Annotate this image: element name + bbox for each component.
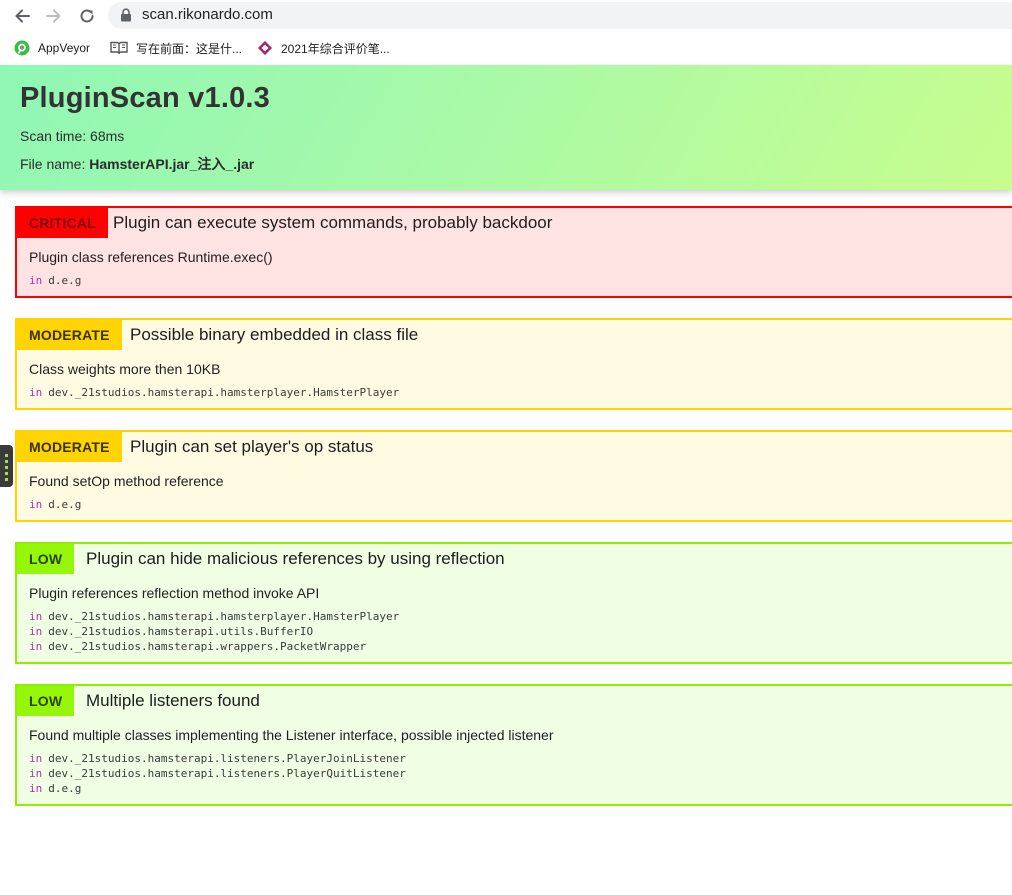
bookmark-appveyor[interactable]: AppVeyor bbox=[14, 38, 90, 58]
forward-arrow-icon bbox=[46, 9, 61, 23]
handle-dot bbox=[5, 454, 8, 457]
finding-card: LOW Multiple listeners found Found multi… bbox=[15, 684, 1012, 806]
severity-badge: LOW bbox=[17, 544, 75, 574]
scan-time-value: 68ms bbox=[90, 128, 125, 144]
finding-description: Found multiple classes implementing the … bbox=[29, 727, 554, 743]
location-line: in d.e.g bbox=[29, 274, 82, 287]
finding-card: MODERATE Plugin can set player's op stat… bbox=[15, 430, 1012, 522]
address-bar[interactable]: scan.rikonardo.com bbox=[108, 2, 1012, 29]
back-arrow-icon bbox=[15, 9, 30, 23]
finding-description: Plugin references reflection method invo… bbox=[29, 585, 320, 601]
handle-dot bbox=[5, 472, 8, 475]
finding-title: Plugin can set player's op status bbox=[130, 437, 374, 456]
appveyor-icon bbox=[14, 40, 30, 56]
url-text: scan.rikonardo.com bbox=[142, 6, 273, 23]
handle-dot bbox=[5, 460, 8, 463]
file-name-value: HamsterAPI.jar_注入_.jar bbox=[89, 156, 255, 172]
handle-dot bbox=[5, 478, 8, 481]
location-line: in dev._21studios.hamsterapi.listeners.Pl… bbox=[29, 767, 406, 780]
location-line: in d.e.g bbox=[29, 498, 82, 511]
finding-card: LOW Plugin can hide malicious references… bbox=[15, 542, 1012, 664]
location-line: in dev._21studios.hamsterapi.utils.Buffer… bbox=[29, 625, 314, 638]
finding-title: Plugin can execute system commands, prob… bbox=[113, 213, 553, 232]
location-line: in dev._21studios.hamsterapi.wrappers.Pac… bbox=[29, 640, 367, 653]
file-name: File name: HamsterAPI.jar_注入_.jar bbox=[20, 154, 254, 174]
severity-badge: LOW bbox=[17, 686, 75, 716]
finding-title: Possible binary embedded in class file bbox=[130, 325, 419, 344]
scan-time: Scan time: 68ms bbox=[20, 128, 124, 144]
finding-title: Plugin can hide malicious references by … bbox=[86, 549, 505, 568]
finding-card: CRITICAL Plugin can execute system comma… bbox=[15, 206, 1012, 298]
bookmarks-bar: AppVeyor 写在前面：这是什... 2021年综合评价笔... bbox=[0, 33, 1012, 64]
finding-description: Found setOp method reference bbox=[29, 473, 224, 489]
finding-locations: in d.e.g bbox=[29, 273, 81, 288]
finding-title: Multiple listeners found bbox=[86, 691, 260, 710]
finding-description: Class weights more then 10KB bbox=[29, 361, 221, 377]
location-line: in d.e.g bbox=[29, 782, 82, 795]
lock-icon bbox=[121, 8, 131, 22]
file-name-label: File name: bbox=[20, 156, 90, 172]
location-line: in dev._21studios.hamsterapi.listeners.Pl… bbox=[29, 752, 406, 765]
finding-description: Plugin class references Runtime.exec() bbox=[29, 249, 273, 265]
browser-toolbar: scan.rikonardo.com bbox=[0, 0, 1012, 33]
scan-time-label: Scan time: bbox=[20, 128, 91, 144]
handle-dot bbox=[5, 466, 8, 469]
forward-button[interactable] bbox=[41, 4, 67, 28]
severity-badge: MODERATE bbox=[17, 432, 122, 462]
bookmark-diamond[interactable]: 2021年综合评价笔... bbox=[257, 38, 390, 58]
finding-locations: in d.e.g bbox=[29, 497, 81, 512]
finding-locations: in dev._21studios.hamsterapi.hamsterplaye… bbox=[29, 385, 399, 400]
book-icon bbox=[110, 41, 128, 55]
location-line: in dev._21studios.hamsterapi.hamsterplaye… bbox=[29, 610, 400, 623]
finding-locations: in dev._21studios.hamsterapi.listeners.Pl… bbox=[29, 751, 406, 796]
finding-card: MODERATE Possible binary embedded in cla… bbox=[15, 318, 1012, 410]
reload-button[interactable] bbox=[74, 4, 100, 28]
diamond-icon bbox=[257, 40, 273, 56]
bookmark-label: 写在前面：这是什... bbox=[136, 41, 243, 56]
severity-badge: CRITICAL bbox=[17, 208, 108, 238]
bookmark-book[interactable]: 写在前面：这是什... bbox=[110, 38, 242, 58]
side-panel-handle[interactable] bbox=[0, 445, 13, 487]
bookmark-label: AppVeyor bbox=[38, 41, 91, 55]
reload-icon bbox=[80, 9, 94, 23]
finding-locations: in dev._21studios.hamsterapi.hamsterplaye… bbox=[29, 609, 399, 654]
page-title: PluginScan v1.0.3 bbox=[20, 82, 270, 114]
page-header: PluginScan v1.0.3 Scan time: 68ms File n… bbox=[0, 65, 1012, 190]
back-button[interactable] bbox=[9, 4, 35, 28]
location-line: in dev._21studios.hamsterapi.hamsterplaye… bbox=[29, 386, 400, 399]
severity-badge: MODERATE bbox=[17, 320, 122, 350]
bookmark-label: 2021年综合评价笔... bbox=[281, 41, 390, 56]
